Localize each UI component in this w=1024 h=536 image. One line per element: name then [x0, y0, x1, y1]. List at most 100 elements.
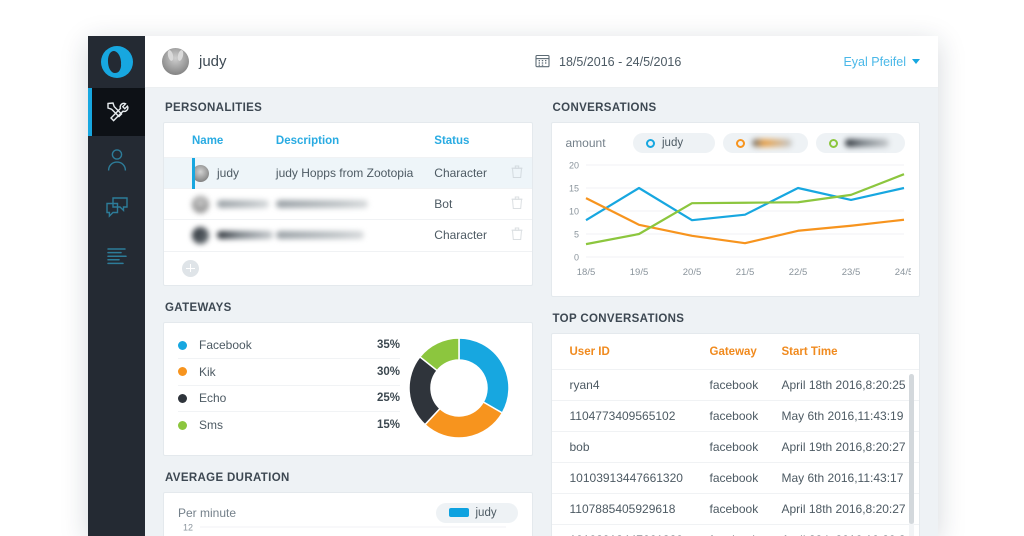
date-range-picker[interactable]: 18/5/2016 - 24/5/2016	[535, 53, 681, 71]
gateway-label: Facebook	[199, 338, 252, 353]
legend-label	[845, 139, 889, 147]
y-axis-tick: 20	[568, 161, 578, 171]
average-duration-axis-label: Per minute	[178, 505, 237, 520]
table-row[interactable]: 10103913447661320 facebook May 6th 2016,11…	[551, 462, 919, 494]
legend-label	[752, 139, 792, 147]
x-axis-tick: 20/5	[682, 267, 701, 278]
gateways-legend: Facebook 35% Kik 30% Echo 25% Sms 15%	[178, 333, 400, 443]
table-row[interactable]: Bot	[164, 188, 532, 220]
sidebar-item-logs[interactable]	[88, 232, 145, 280]
row-gateway: facebook	[709, 440, 759, 454]
legend-label: judy	[662, 137, 684, 149]
row-status: Character	[434, 228, 487, 243]
legend-swatch	[736, 138, 745, 148]
legend-swatch	[448, 508, 469, 517]
table-row[interactable]: bob facebook April 19th 2016,8:20:27	[551, 431, 919, 463]
row-user-id: 1107885405929618	[569, 502, 676, 516]
table-row[interactable]: 10103913447661320facebookApril 22th 2016…	[551, 524, 920, 536]
row-start-time: May 6th 2016,11:43:19	[781, 409, 904, 423]
row-gateway: facebook	[709, 409, 759, 423]
brand-logo-icon	[100, 46, 133, 78]
personalities-table: Name Description Status judy judy Hopps …	[164, 123, 532, 251]
gateway-row: Echo 25%	[178, 386, 400, 412]
trash-icon	[511, 165, 523, 182]
donut-svg	[408, 336, 510, 439]
conversations-legend: judy	[633, 133, 905, 153]
list-lines-icon	[105, 245, 129, 267]
app-window: judy 18/5/2016 - 24/5/2016 Eyal Pfeifel	[88, 36, 938, 536]
sidebar-item-person[interactable]	[88, 136, 145, 184]
y-axis-tick: 0	[573, 253, 578, 263]
legend-pill-3[interactable]	[816, 133, 905, 153]
table-header-row: Name Description Status	[164, 123, 532, 158]
trash-icon	[511, 196, 523, 213]
top-conversations-table: User ID Gateway Start Time ryan4 facebook…	[551, 334, 920, 536]
sidebar	[88, 36, 145, 536]
gateway-label: Kik	[199, 364, 216, 379]
delete-row-button[interactable]	[502, 158, 532, 189]
row-gateway: facebook	[709, 502, 759, 516]
account-menu[interactable]: Eyal Pfeifel	[843, 55, 920, 69]
row-avatar	[192, 195, 209, 213]
gateway-row: Sms 15%	[178, 412, 400, 439]
gateway-row: Kik 30%	[178, 359, 400, 386]
row-start-time: April 18th 2016,8:20:25	[781, 378, 906, 392]
gateway-color-dot	[178, 340, 187, 350]
row-description: judy Hopps from Zootopia	[275, 166, 414, 180]
content-area: PERSONALITIES Name Description Status ju…	[145, 88, 938, 536]
conversations-line-chart: 0 5 10 15 20 18/5 19/5 20/5 21/5 22/5 23/5 24/5	[568, 161, 912, 279]
average-duration-title: AVERAGE DURATION	[165, 471, 290, 484]
row-description	[275, 200, 368, 208]
legend-swatch	[646, 138, 655, 148]
table-row[interactable]: Character	[164, 219, 532, 251]
legend-pill-judy[interactable]: judy	[435, 502, 518, 523]
gateway-color-dot	[178, 393, 187, 403]
x-axis-tick: 23/5	[841, 267, 860, 278]
table-row[interactable]: 1104773409565102 facebook May 6th 2016,11:…	[551, 400, 919, 432]
x-axis-tick: 21/5	[735, 267, 754, 278]
conversations-title: CONVERSATIONS	[552, 102, 657, 114]
row-user-id: 10103913447661320	[552, 525, 710, 536]
y-axis-tick: 5	[573, 230, 578, 240]
scrollbar-thumb[interactable]	[909, 374, 914, 524]
add-personality-button[interactable]	[182, 259, 199, 277]
table-header-row: User ID Gateway Start Time	[552, 334, 920, 370]
gateway-percent: 35%	[376, 339, 400, 352]
col-header-status: Status	[434, 135, 470, 147]
person-icon	[105, 147, 129, 173]
row-selected-indicator	[192, 157, 195, 189]
delete-row-button[interactable]	[502, 220, 532, 251]
gateway-color-dot	[178, 420, 187, 430]
row-start-time: April 22th 2016,10:20:34	[782, 525, 920, 536]
chevron-down-icon	[912, 59, 920, 64]
row-user-id: bob	[569, 440, 590, 454]
table-row[interactable]: judy judy Hopps from Zootopia Character	[164, 157, 532, 189]
col-header-gateway: Gateway	[709, 346, 757, 358]
top-conversations-card: User ID Gateway Start Time ryan4 facebook…	[550, 333, 920, 536]
table-scrollbar[interactable]	[909, 374, 914, 536]
table-row[interactable]: ryan4 facebook April 18th 2016,8:20:25	[551, 369, 919, 401]
col-header-user-id: User ID	[569, 346, 610, 358]
row-status: Bot	[434, 197, 453, 211]
sidebar-item-chats[interactable]	[88, 184, 145, 232]
conversations-card: amount judy 0 5 10 15 20 18/5 19/5 20/5 …	[550, 122, 920, 297]
gateways-title: GATEWAYS	[165, 301, 232, 314]
trash-icon	[511, 227, 523, 244]
x-axis-tick: 22/5	[788, 267, 807, 278]
current-user[interactable]: judy	[162, 48, 227, 75]
brand-logo[interactable]	[88, 36, 145, 88]
y-axis-tick: 10	[568, 207, 578, 217]
row-gateway: facebook	[709, 471, 759, 485]
legend-pill-2[interactable]	[723, 133, 808, 153]
account-name-label: Eyal Pfeifel	[843, 54, 906, 69]
sidebar-item-tools[interactable]	[88, 88, 145, 136]
table-row[interactable]: 1107885405929618 facebook April 18th 2016,…	[551, 493, 919, 525]
row-gateway: facebook	[710, 525, 782, 536]
delete-row-button[interactable]	[502, 189, 532, 220]
row-name	[217, 200, 269, 208]
row-name: judy	[217, 166, 240, 180]
legend-pill-judy[interactable]: judy	[633, 133, 715, 153]
gateway-color-dot	[178, 367, 187, 377]
col-header-description: Description	[275, 135, 340, 147]
gateway-row: Facebook 35%	[178, 333, 400, 359]
